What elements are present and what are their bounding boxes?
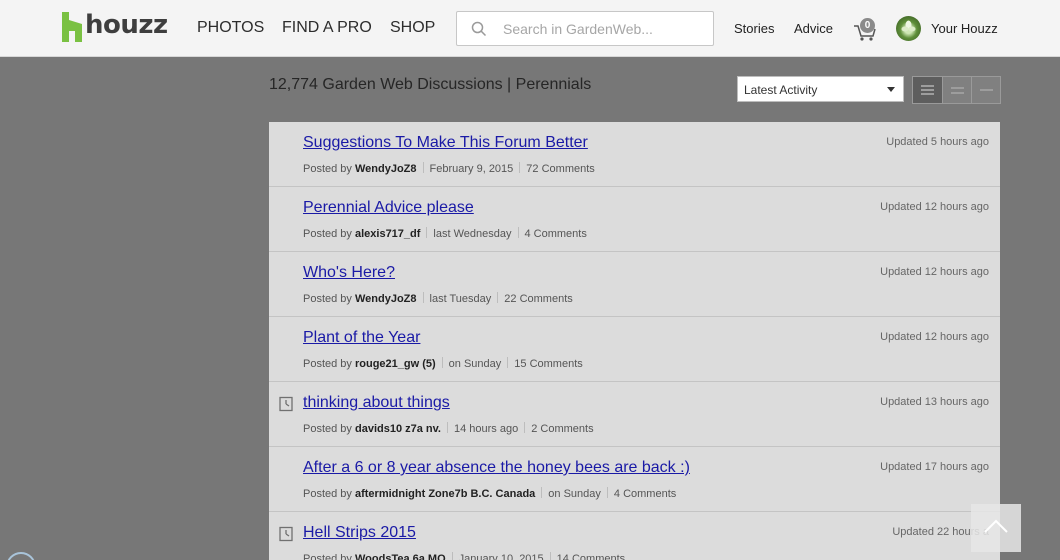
discussion-row: Suggestions To Make This Forum Better Pos… — [269, 122, 1000, 187]
divider — [606, 487, 608, 498]
user-avatar[interactable] — [896, 16, 921, 41]
comment-count[interactable]: 72 Comments — [526, 163, 594, 175]
discussion-meta: Posted by WendyJoZ8 February 9, 2015 72 Co… — [303, 162, 595, 175]
comment-count[interactable]: 14 Comments — [557, 553, 625, 560]
view-toggle — [912, 76, 1001, 104]
updated-time: Updated 12 hours ago — [880, 201, 989, 213]
discussion-title-link[interactable]: After a 6 or 8 year absence the honey be… — [303, 459, 690, 477]
discussion-row: Perennial Advice please Posted by alexis7… — [269, 187, 1000, 252]
divider — [497, 292, 499, 303]
divider — [507, 357, 509, 368]
divider — [447, 422, 448, 433]
discussion-meta: Posted by davids10 z7a nv. 14 hours ago 2 … — [303, 422, 594, 435]
clock-icon — [279, 526, 293, 542]
logo-text: houzz — [85, 10, 168, 40]
post-date: on Sunday — [548, 488, 601, 500]
grid-view-button[interactable] — [971, 77, 1000, 103]
discussion-meta: Posted by WoodsTea 6a MO January 10, 2015… — [303, 552, 625, 560]
post-date: January 10, 2015 — [458, 553, 544, 560]
discussion-meta: Posted by aftermidnight Zone7b B.C. Cana… — [303, 487, 676, 500]
divider — [517, 227, 519, 238]
comment-count[interactable]: 4 Comments — [525, 228, 587, 240]
updated-time: Updated 5 hours ago — [886, 136, 989, 148]
posted-by-label: Posted by — [303, 358, 352, 370]
post-date: February 9, 2015 — [429, 163, 514, 175]
list-view-button[interactable] — [913, 77, 942, 103]
chat-icon[interactable] — [6, 552, 36, 560]
clock-icon — [279, 396, 293, 412]
author-name[interactable]: davids10 z7a nv. — [355, 423, 441, 435]
sort-dropdown-value: Latest Activity — [744, 83, 818, 97]
chevron-up-icon — [984, 519, 1008, 533]
posted-by-label: Posted by — [303, 553, 352, 560]
nav-shop[interactable]: SHOP — [390, 19, 435, 37]
discussion-meta: Posted by rouge21_gw (5) on Sunday 15 Comm… — [303, 357, 583, 370]
divider — [549, 552, 551, 560]
discussion-row: After a 6 or 8 year absence the honey be… — [269, 447, 1000, 512]
comment-count[interactable]: 22 Comments — [504, 293, 572, 305]
discussion-title-link[interactable]: Hell Strips 2015 — [303, 524, 416, 542]
comment-count[interactable]: 4 Comments — [614, 488, 676, 500]
nav-find-a-pro[interactable]: FIND A PRO — [282, 19, 372, 37]
search-input[interactable] — [501, 18, 705, 40]
discussion-title-link[interactable]: thinking about things — [303, 394, 450, 412]
discussion-row: Hell Strips 2015 Posted by WoodsTea 6a MO… — [269, 512, 1000, 560]
discussion-title-link[interactable]: Perennial Advice please — [303, 199, 474, 217]
author-name[interactable]: alexis717_df — [355, 228, 420, 240]
post-date: 14 hours ago — [454, 423, 519, 435]
divider — [422, 292, 424, 303]
updated-time: Updated 17 hours ago — [880, 461, 989, 473]
divider — [426, 227, 428, 238]
top-navigation-bar: houzz PHOTOS FIND A PRO SHOP Stories Adv… — [0, 0, 1060, 57]
divider — [519, 162, 521, 173]
posted-by-label: Posted by — [303, 228, 352, 240]
back-to-top-button[interactable] — [971, 504, 1021, 552]
search-box[interactable] — [456, 11, 714, 46]
updated-time: Updated 12 hours ago — [880, 331, 989, 343]
divider — [441, 357, 443, 368]
posted-by-label: Posted by — [303, 163, 352, 175]
page-title: 12,774 Garden Web Discussions | Perennia… — [269, 76, 592, 93]
nav-stories[interactable]: Stories — [734, 21, 774, 36]
divider — [422, 162, 424, 173]
post-date: last Tuesday — [429, 293, 492, 305]
discussion-row: Who's Here? Posted by WendyJoZ8 last Tuesd… — [269, 252, 1000, 317]
discussion-title-link[interactable]: Who's Here? — [303, 264, 395, 282]
discussion-meta: Posted by alexis717_df last Wednesday 4 Co… — [303, 227, 587, 240]
comment-count[interactable]: 2 Comments — [531, 423, 593, 435]
search-icon — [471, 21, 487, 37]
nav-photos[interactable]: PHOTOS — [197, 19, 264, 37]
nav-advice[interactable]: Advice — [794, 21, 833, 36]
discussion-meta: Posted by WendyJoZ8 last Tuesday 22 Commen… — [303, 292, 573, 305]
discussion-title-link[interactable]: Plant of the Year — [303, 329, 420, 347]
post-date: last Wednesday — [433, 228, 512, 240]
cart-button[interactable]: 0 — [852, 16, 878, 42]
posted-by-label: Posted by — [303, 293, 352, 305]
discussion-title-link[interactable]: Suggestions To Make This Forum Better — [303, 134, 588, 152]
flower-icon — [901, 20, 916, 32]
houzz-logo-icon — [62, 12, 82, 42]
comment-count[interactable]: 15 Comments — [514, 358, 582, 370]
divider — [541, 487, 543, 498]
discussion-list: Suggestions To Make This Forum Better Pos… — [269, 122, 1000, 560]
compact-view-button[interactable] — [942, 77, 971, 103]
divider — [451, 552, 453, 560]
author-name[interactable]: WendyJoZ8 — [355, 293, 417, 305]
author-name[interactable]: WoodsTea 6a MO — [355, 553, 446, 560]
post-date: on Sunday — [448, 358, 502, 370]
chevron-down-icon — [887, 87, 895, 92]
discussion-row: Plant of the Year Posted by rouge21_gw (5… — [269, 317, 1000, 382]
posted-by-label: Posted by — [303, 488, 352, 500]
updated-time: Updated 12 hours ago — [880, 266, 989, 278]
updated-time: Updated 13 hours ago — [880, 396, 989, 408]
your-houzz-link[interactable]: Your Houzz — [931, 21, 998, 36]
sort-dropdown[interactable]: Latest Activity — [737, 76, 904, 102]
author-name[interactable]: rouge21_gw (5) — [355, 358, 436, 370]
discussion-row: thinking about things Posted by davids10 … — [269, 382, 1000, 447]
author-name[interactable]: aftermidnight Zone7b B.C. Canada — [355, 488, 535, 500]
posted-by-label: Posted by — [303, 423, 352, 435]
author-name[interactable]: WendyJoZ8 — [355, 163, 417, 175]
cart-count-badge: 0 — [860, 18, 875, 33]
divider — [524, 422, 526, 433]
